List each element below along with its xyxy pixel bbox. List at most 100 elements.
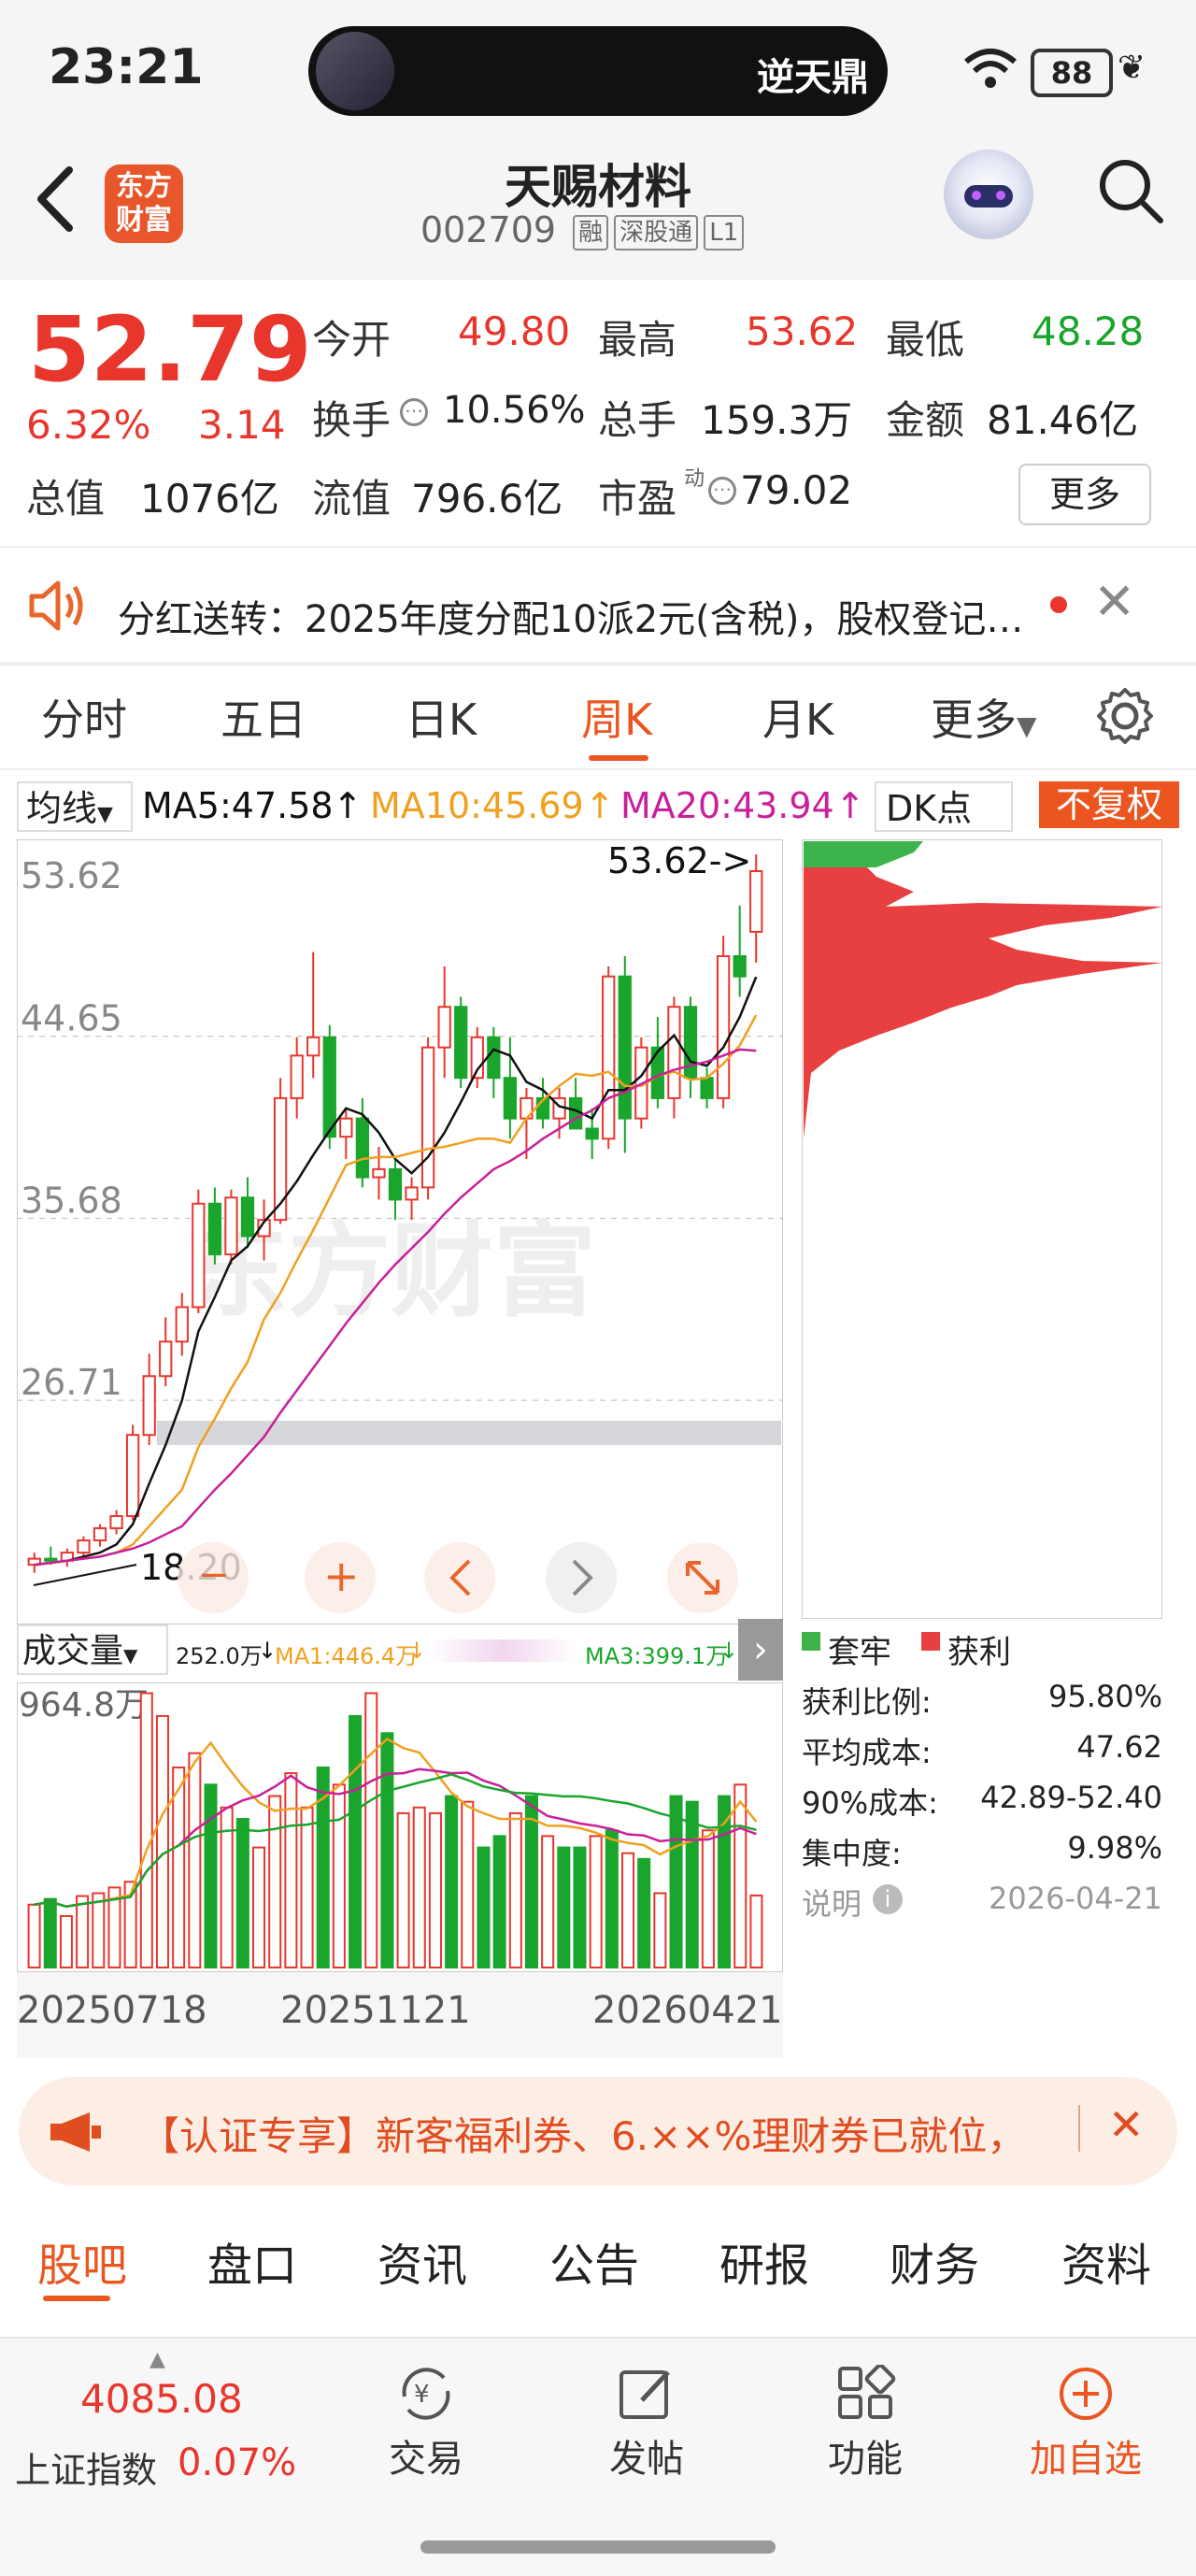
change-percent: 6.32% bbox=[26, 402, 151, 448]
gear-icon[interactable] bbox=[1095, 686, 1155, 746]
ma3-arrow-icon: ↓ bbox=[719, 1638, 739, 1664]
volume-bar bbox=[461, 1800, 475, 1968]
tab-pankou[interactable]: 盘口 bbox=[207, 2228, 297, 2294]
volume-bar bbox=[508, 1811, 522, 1968]
plus-icon: + bbox=[323, 1551, 360, 1601]
divider bbox=[0, 768, 1196, 770]
legend-profit-label: 获利 bbox=[947, 1634, 1011, 1671]
index-value[interactable]: 4085.08 bbox=[80, 2376, 243, 2422]
pe-value: 79.02 bbox=[740, 467, 853, 513]
cost-90-value: 42.89-52.40 bbox=[980, 1780, 1162, 1815]
volume-bar bbox=[76, 1895, 90, 1968]
tab-five-day[interactable]: 五日 bbox=[221, 686, 306, 748]
volume-bar bbox=[621, 1852, 635, 1968]
chip-note-label[interactable]: 说明 bbox=[802, 1881, 861, 1924]
volume-select[interactable]: 成交量▼ bbox=[17, 1624, 168, 1675]
scroll-left-button[interactable] bbox=[424, 1542, 495, 1613]
candle-body bbox=[44, 1557, 58, 1562]
chip-date: 2026-04-21 bbox=[989, 1881, 1162, 1916]
volume-bar bbox=[445, 1795, 459, 1969]
x-label-end: 20260421 bbox=[592, 1989, 783, 2032]
candle-body bbox=[207, 1202, 222, 1256]
pe-info-icon[interactable]: ⋯ bbox=[708, 477, 736, 505]
close-icon[interactable]: ✕ bbox=[1093, 572, 1135, 631]
low-value: 48.28 bbox=[1032, 308, 1145, 354]
candle-body bbox=[700, 1077, 714, 1099]
tab-intraday[interactable]: 分时 bbox=[41, 686, 127, 748]
status-time: 23:21 bbox=[49, 39, 204, 95]
home-indicator bbox=[420, 2540, 776, 2554]
profit-ratio-label: 获利比例: bbox=[802, 1684, 932, 1720]
candle-body bbox=[749, 870, 763, 933]
candle-body bbox=[602, 975, 616, 1140]
volume-bar bbox=[188, 1752, 202, 1969]
volume-bar bbox=[412, 1806, 426, 1968]
volume-bar bbox=[428, 1811, 442, 1968]
ma-select[interactable]: 均线▼ bbox=[17, 781, 133, 832]
blurred-text bbox=[428, 1639, 577, 1662]
tab-announcements[interactable]: 公告 bbox=[549, 2228, 639, 2294]
volume-bar bbox=[396, 1811, 410, 1968]
candle-body bbox=[733, 954, 747, 978]
trade-button[interactable]: ¥ 交易 bbox=[361, 2365, 491, 2483]
scroll-right-button[interactable] bbox=[546, 1542, 617, 1613]
y-tick-label: 53.62 bbox=[21, 855, 122, 896]
tab-finance[interactable]: 财务 bbox=[890, 2228, 979, 2294]
index-name[interactable]: 上证指数 bbox=[15, 2441, 157, 2493]
wifi-icon bbox=[964, 49, 1017, 88]
volume-bar bbox=[155, 1714, 169, 1969]
add-circle-icon bbox=[1060, 2368, 1112, 2420]
tab-news[interactable]: 资讯 bbox=[377, 2228, 467, 2294]
tab-daily-k[interactable]: 日K bbox=[406, 686, 477, 748]
index-change[interactable]: 0.07% bbox=[178, 2441, 296, 2484]
chip-distribution-chart bbox=[802, 839, 1162, 1619]
kline-chart[interactable]: 东方财富 53.6244.6535.6826.71 53.62-> 18.20 … bbox=[17, 839, 783, 1624]
info-icon[interactable]: ⋯ bbox=[400, 398, 428, 426]
island-text: 逆天鼎 bbox=[757, 56, 869, 99]
candle-body bbox=[372, 1167, 386, 1179]
quote-more-button[interactable]: 更多 bbox=[1018, 464, 1151, 525]
caret-down-icon: ▼ bbox=[1017, 710, 1037, 741]
volume-bar bbox=[589, 1835, 603, 1968]
volume-bar bbox=[669, 1795, 683, 1969]
tab-more[interactable]: 更多▼ bbox=[931, 686, 1037, 748]
function-button[interactable]: 功能 bbox=[800, 2365, 931, 2483]
tab-weekly-k[interactable]: 周K bbox=[581, 686, 652, 748]
post-button[interactable]: 发帖 bbox=[581, 2365, 712, 2483]
tag-connect: 深股通 bbox=[614, 214, 699, 250]
promo-text[interactable]: 【认证专享】新客福利券、6.××%理财券已就位，后 bbox=[140, 2105, 1000, 2162]
candle-body bbox=[650, 1046, 665, 1099]
search-icon[interactable] bbox=[1093, 153, 1168, 228]
candle-body bbox=[454, 1006, 468, 1080]
volume-next-button[interactable]: › bbox=[738, 1619, 783, 1681]
candle-body bbox=[585, 1127, 599, 1140]
ma10-arrow-icon: ↑ bbox=[585, 785, 615, 826]
candle-body bbox=[306, 1036, 320, 1057]
close-icon[interactable]: ✕ bbox=[1108, 2099, 1145, 2150]
dividend-notice[interactable]: 分红送转：2025年度分配10派2元(含税)，股权登记… bbox=[118, 589, 1023, 643]
candle-body bbox=[437, 1006, 451, 1049]
volume-bar bbox=[605, 1829, 619, 1968]
assistant-robot-icon[interactable] bbox=[944, 150, 1033, 239]
add-watchlist-button[interactable]: 加自选 bbox=[1020, 2365, 1151, 2483]
x-label-mid: 20251121 bbox=[280, 1989, 471, 2032]
avg-cost-label: 平均成本: bbox=[802, 1735, 932, 1770]
volume-max-label: 964.8万 bbox=[19, 1686, 149, 1724]
volume-bar bbox=[43, 1897, 57, 1968]
caret-down-icon: ▼ bbox=[97, 803, 113, 826]
tab-guba[interactable]: 股吧 bbox=[37, 2228, 127, 2294]
profit-ratio-value: 95.80% bbox=[1047, 1679, 1162, 1714]
tag-margin: 融 bbox=[573, 214, 609, 250]
legend-lock-label: 套牢 bbox=[828, 1634, 891, 1671]
tab-research[interactable]: 研报 bbox=[719, 2228, 809, 2294]
dk-point-select[interactable]: DK点 bbox=[875, 781, 1013, 832]
ma5-arrow-icon: ↑ bbox=[333, 785, 363, 826]
candle-body bbox=[93, 1527, 107, 1542]
candle-body bbox=[503, 1077, 518, 1120]
tab-profile[interactable]: 资料 bbox=[1061, 2228, 1151, 2294]
concentration-value: 9.98% bbox=[1067, 1830, 1162, 1866]
info-icon[interactable]: i bbox=[873, 1884, 903, 1914]
candle-body bbox=[109, 1515, 123, 1530]
tab-monthly-k[interactable]: 月K bbox=[762, 686, 833, 748]
adjustment-button[interactable]: 不复权 bbox=[1039, 781, 1179, 828]
